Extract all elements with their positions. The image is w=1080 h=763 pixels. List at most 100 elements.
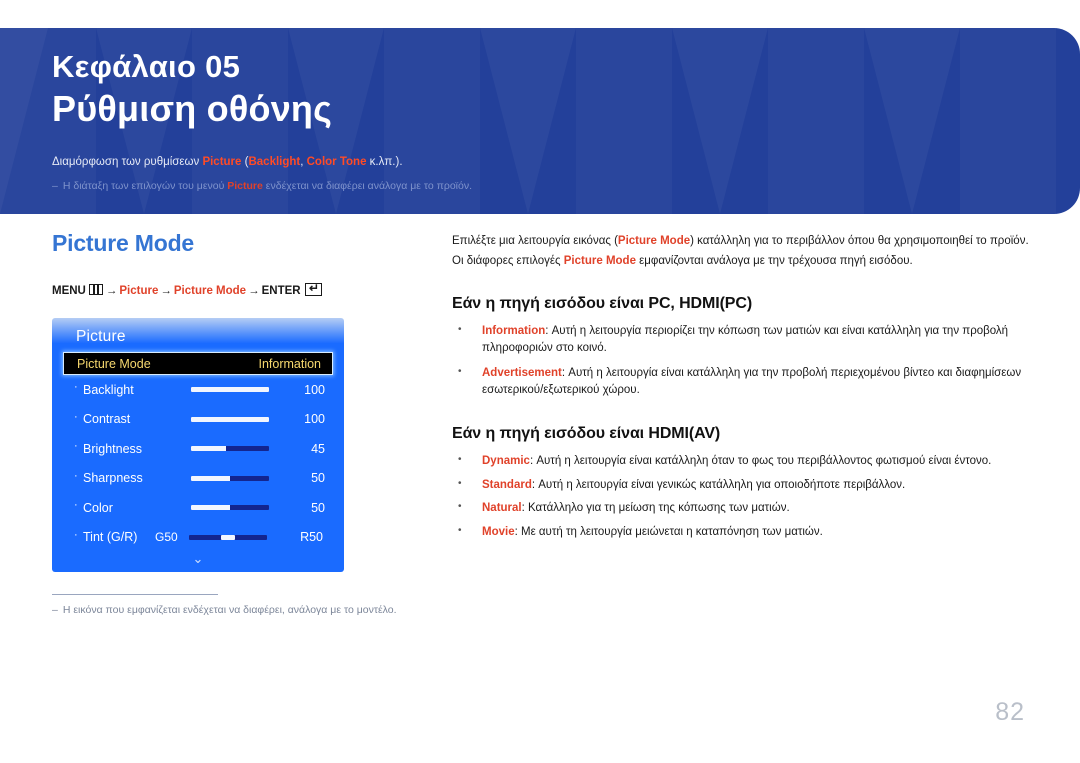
intro-paragraph-line2: Οι διάφορες επιλογές Picture Mode εμφανί… [452,251,1032,271]
subtitle-text-post: κ.λπ.). [366,156,403,168]
left-column: Picture Mode MENU → Picture → Picture Mode → E… [52,230,407,618]
chapter-note: ‒ Η διάταξη των επιλογών του μενού Pictur… [52,179,1080,194]
list-item: Information: Αυτή η λειτουργία περιορίζε… [452,322,1032,356]
osd-row-value: 100 [304,382,325,397]
note-text-post: ενδέχεται να διαφέρει ανάλογα με το προϊ… [262,180,472,192]
enter-label: ENTER [261,285,301,297]
osd-row-label: Picture Mode [77,356,151,371]
subheading-pc-source: Εάν η πηγή εισόδου είναι PC, HDMI(PC) [452,295,753,312]
osd-row-label: Color [83,500,113,515]
list-item-text: : Κατάλληλο για τη μείωση της κόπωσης τω… [521,502,790,514]
enter-key-icon: ↵ [304,281,322,296]
osd-slider[interactable] [191,416,269,422]
footnote-divider [52,594,218,595]
osd-row-value: 45 [311,441,325,456]
intro2-keyword-picture-mode: Picture Mode [563,255,636,267]
osd-row-picture-mode[interactable]: Picture Mode Information [63,352,333,375]
list-item-text: : Αυτή η λειτουργία περιορίζει την κόπωσ… [482,325,1009,354]
osd-row-label: Tint (G/R) [83,530,138,545]
osd-tint-right-label: R50 [300,530,323,545]
osd-bullet: · [74,469,78,482]
footnote-body: Η εικόνα που εμφανίζεται ενδέχεται να δι… [62,604,397,616]
list-item-keyword: Natural [482,502,522,514]
osd-row-label: Sharpness [83,471,143,486]
footnote-dash: ‒ [52,604,58,616]
intro2-pre: Οι διάφορες επιλογές [452,255,564,267]
osd-row-label: Contrast [83,412,131,427]
list-item: Natural: Κατάλληλο για τη μείωση της κόπ… [452,499,1032,517]
list-item-keyword: Dynamic [482,455,530,467]
subtitle-keyword-picture: Picture [202,156,242,168]
list-item: Movie: Με αυτή τη λειτουργία μειώνεται η… [452,523,1032,541]
menu-grid-icon [88,284,103,295]
intro-paragraph-line1: Επιλέξτε μια λειτουργία εικόνας (Picture… [452,231,1032,251]
osd-row-value: 100 [304,412,325,427]
menu-label: MENU [52,285,86,297]
osd-slider[interactable] [189,534,267,540]
osd-bullet: · [74,381,78,394]
osd-bullet: · [74,499,78,512]
osd-row-sharpness[interactable]: · Sharpness 50 [62,464,334,494]
menu-path-breadcrumb: MENU → Picture → Picture Mode → ENTER ↵ [52,281,407,298]
subtitle-keyword-colortone: Color Tone [306,156,367,168]
osd-row-label: Backlight [83,382,134,397]
pc-source-list: Information: Αυτή η λειτουργία περιορίζε… [452,322,1032,398]
osd-slider[interactable] [191,446,269,452]
chapter-subtitle: Διαμόρφωση των ρυθμίσεων Picture (Backli… [52,154,1080,170]
list-item-keyword: Advertisement [482,367,562,379]
osd-slider[interactable] [191,505,269,511]
chevron-down-icon[interactable]: ⌄ [62,552,334,565]
intro-post: ) κατάλληλη για το περιβάλλον όπου θα χρ… [690,235,1029,247]
page-title: Picture Mode [52,230,195,256]
path-arrow-2: → [160,285,172,297]
osd-panel-title: Picture [76,328,126,345]
list-item: Dynamic: Αυτή η λειτουργία είναι κατάλλη… [452,452,1032,470]
osd-bullet: · [74,528,78,541]
list-item-keyword: Information [482,325,546,337]
subtitle-keyword-backlight: Backlight [248,156,301,168]
list-item-text: : Αυτή η λειτουργία είναι κατάλληλη για … [482,367,1022,396]
osd-row-value: 50 [311,471,325,486]
subheading-av-source: Εάν η πηγή εισόδου είναι HDMI(AV) [452,425,721,442]
chapter-banner: Κεφάλαιο 05 Ρύθμιση οθόνης Διαμόρφωση τω… [0,28,1080,214]
osd-bullet: · [74,410,78,423]
osd-row-contrast[interactable]: · Contrast 100 [62,405,334,435]
osd-panel: Picture Picture Mode Information · Backl… [52,318,344,572]
menu-path-step-picture: Picture [119,285,159,297]
osd-row-brightness[interactable]: · Brightness 45 [62,434,334,464]
osd-row-tint[interactable]: · Tint (G/R) G50 R50 [62,523,334,553]
av-source-list: Dynamic: Αυτή η λειτουργία είναι κατάλλη… [452,452,1032,541]
left-footnote: ‒ Η εικόνα που εμφανίζεται ενδέχεται να δ… [52,594,407,618]
list-item-keyword: Standard [482,478,532,491]
footnote-text: ‒ Η εικόνα που εμφανίζεται ενδέχεται να δ… [52,603,407,618]
note-text-pre: Η διάταξη των επιλογών του μενού [62,180,228,192]
path-arrow-3: → [248,285,260,297]
intro-keyword-picture-mode: Picture Mode [617,235,691,247]
enter-key-glyph: ↵ [309,281,320,295]
chapter-title: Ρύθμιση οθόνης [52,88,333,129]
chapter-label: Κεφάλαιο 05 [52,49,241,84]
note-keyword-picture: Picture [227,180,263,192]
list-item: Advertisement: Αυτή η λειτουργία είναι κ… [452,364,1032,398]
osd-tint-left-label: G50 [155,530,178,545]
osd-row-color[interactable]: · Color 50 [62,493,334,523]
intro-pre: Επιλέξτε μια λειτουργία εικόνας ( [452,235,618,247]
page-body: Picture Mode MENU → Picture → Picture Mode → E… [0,214,1080,763]
note-dash: ‒ [52,180,58,192]
subtitle-text-pre: Διαμόρφωση των ρυθμίσεων [52,156,203,168]
osd-row-label: Brightness [83,441,143,456]
document-page: Κεφάλαιο 05 Ρύθμιση οθόνης Διαμόρφωση τω… [0,0,1080,763]
page-number: 82 [995,698,1025,726]
osd-slider[interactable] [191,475,269,481]
osd-slider[interactable] [191,387,269,393]
list-item-text: : Με αυτή τη λειτουργία μειώνεται η κατα… [514,525,823,538]
list-item-keyword: Movie [482,525,515,538]
osd-row-backlight[interactable]: · Backlight 100 [62,375,334,405]
list-item-text: : Αυτή η λειτουργία είναι γενικώς κατάλλ… [531,478,906,491]
path-arrow-1: → [105,285,118,297]
list-item-text: : Αυτή η λειτουργία είναι κατάλληλη όταν… [529,455,992,467]
list-item: Standard: Αυτή η λειτουργία είναι γενικώ… [452,476,1032,494]
intro2-post: εμφανίζονται ανάλογα με την τρέχουσα πηγ… [635,255,913,267]
right-column: Επιλέξτε μια λειτουργία εικόνας (Picture… [452,231,1032,547]
osd-row-value: 50 [311,500,325,515]
